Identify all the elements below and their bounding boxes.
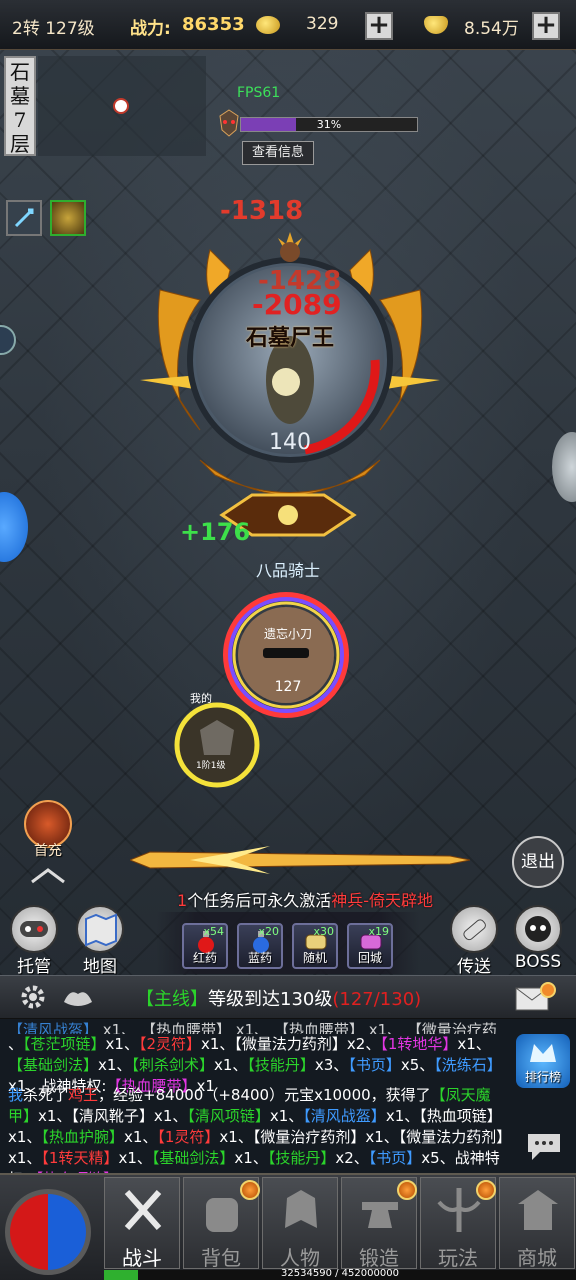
skill-sword-icon[interactable] (6, 200, 42, 236)
blue-potion-count: x20 (258, 925, 279, 938)
tab-bag-label: 背包 (201, 1246, 241, 1270)
player-name: 遗忘小刀 (263, 627, 312, 641)
return-scroll-slot[interactable]: x19 回城 (347, 923, 393, 969)
combat-power-value: 86353 (182, 14, 245, 35)
scroll-icon (463, 919, 486, 941)
view-info-button[interactable]: 查看信息 (242, 141, 314, 165)
exp-bar-fill (104, 1270, 138, 1280)
add-yuanbao-button[interactable]: + (532, 12, 560, 40)
teleport-button[interactable] (450, 905, 498, 953)
ranking-label: 排行榜 (524, 1070, 561, 1084)
gold-amount: 329 (306, 14, 339, 34)
task-banner[interactable]: 1个任务后可永久激活神兵-倚天辟地 (140, 887, 470, 911)
gear-icon[interactable] (18, 982, 48, 1012)
tab-battle[interactable]: 战斗 (104, 1177, 180, 1270)
boss-hp-bar: 31% (240, 117, 418, 132)
tab-shop[interactable]: 商城 (499, 1177, 575, 1270)
forge-notification-badge (397, 1180, 417, 1200)
fps-counter: FPS61 (237, 85, 281, 101)
tab-forge-label: 锻造 (359, 1246, 399, 1270)
boss-skull-icon (525, 916, 551, 942)
pet-level-label: 1阶1级 (196, 761, 226, 771)
tab-character-label: 人物 (280, 1246, 320, 1270)
first-recharge-label: 首充 (34, 843, 62, 859)
map-icon (85, 913, 117, 947)
random-scroll-count: x30 (313, 925, 334, 938)
pet-owner-label: 我的 (190, 692, 212, 705)
pet-character[interactable] (170, 700, 264, 790)
task-text: 个任务后可永久激活 (187, 891, 332, 910)
red-potion-label: 红药 (192, 951, 217, 965)
red-potion-count: x54 (203, 925, 224, 938)
blue-potion-slot[interactable]: x20 蓝药 (237, 923, 283, 969)
chat-bubble-icon[interactable] (524, 1128, 564, 1162)
task-count: 1 (177, 891, 188, 910)
gameplay-notification-badge (476, 1180, 496, 1200)
boss-name: 石墓尸王 (245, 326, 334, 351)
quest-tag: 【主线】 (136, 989, 208, 1010)
quest-progress: (127/130) (332, 989, 422, 1010)
exit-button[interactable]: 退出 (512, 836, 564, 888)
hp-mp-orb (5, 1189, 91, 1275)
player-level: 127 (274, 679, 302, 695)
backpack-icon (206, 1198, 238, 1232)
player-level-text: 2转 127级 (12, 19, 95, 39)
return-scroll-count: x19 (368, 925, 389, 938)
return-scroll-label: 回城 (357, 951, 382, 965)
map-button[interactable] (76, 905, 124, 953)
mail-icon[interactable] (514, 982, 558, 1012)
boss-hp-percent: 31% (316, 118, 342, 131)
damage-number-1: -1318 (220, 196, 304, 226)
add-gold-button[interactable]: + (365, 12, 393, 40)
auto-battle-button[interactable] (10, 905, 58, 953)
map-label: 地图 (83, 957, 117, 977)
chat-line: 【清风战盔】 x1、 【热血腰带】 x1、 【热血腰带】 x1、 【微量治疗药剂… (8, 1021, 497, 1034)
boss-level: 140 (269, 430, 311, 455)
player-title: 八品骑士 (255, 561, 320, 580)
exp-text: 32534590 / 452000000 (281, 1268, 399, 1279)
boss-button[interactable] (514, 905, 562, 953)
map-name-label: 石墓7层 (4, 56, 36, 156)
boss-label: BOSS (514, 952, 562, 972)
muscle-icon[interactable] (60, 982, 96, 1012)
quest-text[interactable]: 【主线】等级到达130级(127/130) (136, 985, 421, 1011)
player-marker-icon (113, 98, 129, 114)
chevron-up-icon[interactable] (30, 866, 66, 884)
minimap[interactable] (38, 56, 206, 156)
blue-potion-label: 蓝药 (247, 951, 272, 965)
bag-notification-badge (240, 1180, 260, 1200)
divine-weapon-icon (130, 846, 470, 874)
random-scroll-label: 随机 (302, 951, 327, 965)
teleport-label: 传送 (457, 957, 491, 977)
combat-power-label: 战力: (130, 19, 171, 39)
random-scroll-slot[interactable]: x30 随机 (292, 923, 338, 969)
damage-number-3: -2089 (252, 288, 342, 321)
gamepad-icon (20, 921, 48, 937)
quest-desc: 等级到达130级 (208, 989, 333, 1010)
buff-armor-icon[interactable] (50, 200, 86, 236)
gold-coin-icon (256, 16, 280, 34)
auto-battle-label: 托管 (17, 957, 51, 977)
tab-character[interactable]: 人物 (262, 1177, 338, 1270)
crossed-swords-icon (124, 1190, 162, 1230)
tab-gameplay-label: 玩法 (438, 1246, 478, 1270)
task-reward: 神兵-倚天辟地 (331, 891, 433, 910)
red-potion-slot[interactable]: x54 红药 (182, 923, 228, 969)
tab-shop-label: 商城 (517, 1246, 557, 1270)
helmet-icon (285, 1190, 317, 1228)
heal-number: +176 (180, 518, 251, 546)
tab-battle-label: 战斗 (122, 1246, 162, 1270)
yuanbao-amount: 8.54万 (464, 19, 519, 39)
shop-building-icon (518, 1190, 558, 1230)
